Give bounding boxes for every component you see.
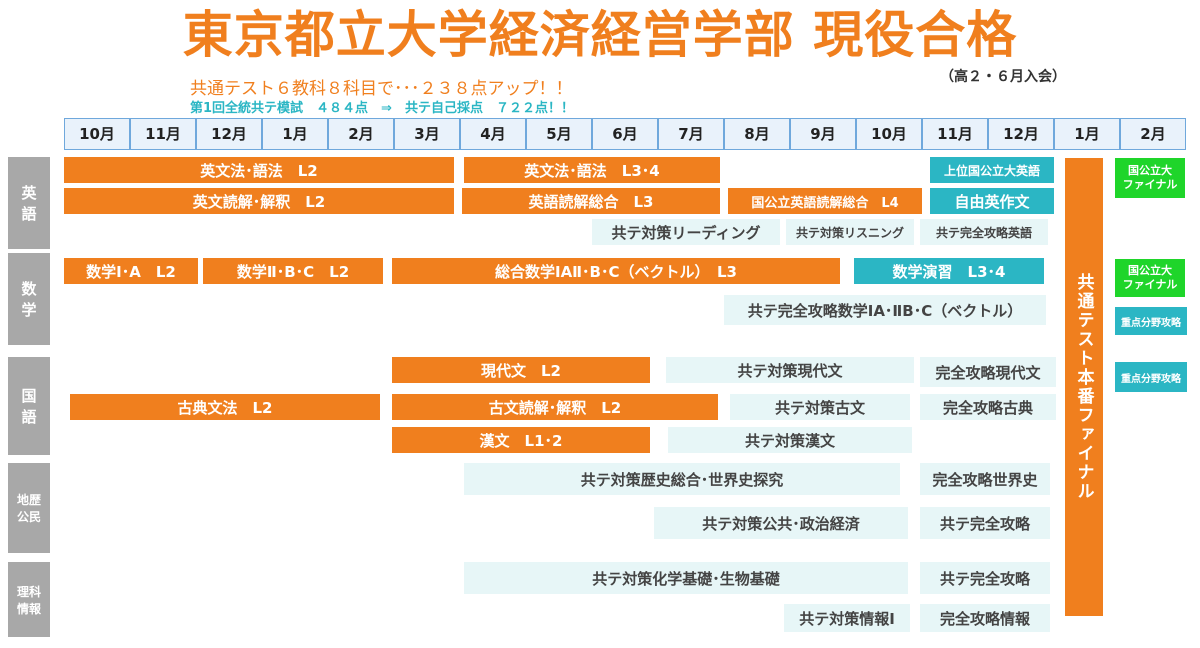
course-bar: 完全攻略世界史	[920, 463, 1050, 495]
month-cell: 7月	[658, 118, 724, 150]
course-bar: 完全攻略現代文	[920, 357, 1056, 387]
score-comparison: 第1回全統共テ模試 ４８４点 ⇒ 共テ自己採点 ７２２点！！	[190, 101, 574, 116]
month-cell: 2月	[1120, 118, 1186, 150]
course-bar: 共テ完全攻略英語	[920, 219, 1048, 245]
final-course-bar: 共通テスト本番ファイナル	[1065, 158, 1103, 616]
course-bar: 自由英作文	[930, 188, 1054, 214]
month-cell: 10月	[64, 118, 130, 150]
course-bar: 古典文法 L2	[70, 394, 380, 420]
month-cell: 11月	[922, 118, 988, 150]
course-bar: 国公立英語読解総合 L4	[728, 188, 922, 214]
score-up-subtitle: 共通テスト６教科８科目で･･･２３８点アップ！！	[190, 79, 573, 99]
month-cell: 1月	[262, 118, 328, 150]
course-bar: 共テ対策歴史総合･世界史探究	[464, 463, 900, 495]
course-bar: 数学演習 L3･4	[854, 258, 1044, 284]
subject-label-science: 理科 情報	[8, 562, 50, 637]
entry-note: （高２・６月入会）	[940, 69, 1066, 85]
course-bar: 共テ対策情報Ⅰ	[784, 604, 910, 632]
course-bar: 共テ完全攻略数学ⅠA･ⅡB･C（ベクトル）	[724, 295, 1046, 325]
subject-label-math: 数 学	[8, 253, 50, 345]
month-cell: 5月	[526, 118, 592, 150]
course-bar: 現代文 L2	[392, 357, 650, 383]
course-bar: 共テ対策現代文	[666, 357, 914, 383]
subject-label-english: 英 語	[8, 157, 50, 249]
month-cell: 2月	[328, 118, 394, 150]
course-bar: 国公立大 ファイナル	[1115, 259, 1185, 297]
month-cell: 10月	[856, 118, 922, 150]
course-bar: 共テ完全攻略	[920, 507, 1050, 539]
month-cell: 6月	[592, 118, 658, 150]
course-bar: 重点分野攻略	[1115, 362, 1187, 392]
course-bar: 共テ対策公共･政治経済	[654, 507, 908, 539]
course-bar: 共テ対策漢文	[668, 427, 912, 453]
course-bar: 共テ対策リーディング	[592, 219, 780, 245]
course-bar: 英語読解総合 L3	[462, 188, 720, 214]
month-cell: 9月	[790, 118, 856, 150]
course-bar: 数学Ⅱ･B･C L2	[203, 258, 383, 284]
month-cell: 4月	[460, 118, 526, 150]
course-bar: 英文読解･解釈 L2	[64, 188, 454, 214]
course-bar: 共テ完全攻略	[920, 562, 1050, 594]
month-cell: 1月	[1054, 118, 1120, 150]
course-bar: 総合数学ⅠAⅡ･B･C（ベクトル） L3	[392, 258, 840, 284]
course-bar: 上位国公立大英語	[930, 157, 1054, 183]
month-cell: 12月	[988, 118, 1054, 150]
course-bar: 古文読解･解釈 L2	[392, 394, 718, 420]
month-cell: 12月	[196, 118, 262, 150]
course-bar: 英文法･語法 L2	[64, 157, 454, 183]
month-header-row: 10月 11月 12月 1月 2月 3月 4月 5月 6月 7月 8月 9月 1…	[64, 118, 1186, 150]
course-bar: 共テ対策リスニング	[786, 219, 914, 245]
course-bar: 国公立大 ファイナル	[1115, 158, 1185, 198]
course-bar: 数学Ⅰ･A L2	[64, 258, 198, 284]
course-bar: 共テ対策化学基礎･生物基礎	[464, 562, 908, 594]
subject-label-social: 地歴 公民	[8, 463, 50, 553]
subject-label-japanese: 国 語	[8, 357, 50, 455]
course-bar: 英文法･語法 L3･4	[464, 157, 720, 183]
month-cell: 11月	[130, 118, 196, 150]
month-cell: 3月	[394, 118, 460, 150]
course-bar: 漢文 L1･2	[392, 427, 650, 453]
course-bar: 完全攻略古典	[920, 394, 1056, 420]
course-bar: 共テ対策古文	[730, 394, 910, 420]
course-bar: 完全攻略情報	[920, 604, 1050, 632]
month-cell: 8月	[724, 118, 790, 150]
page-title: 東京都立大学経済経営学部 現役合格	[182, 6, 1018, 64]
course-bar: 重点分野攻略	[1115, 307, 1187, 335]
